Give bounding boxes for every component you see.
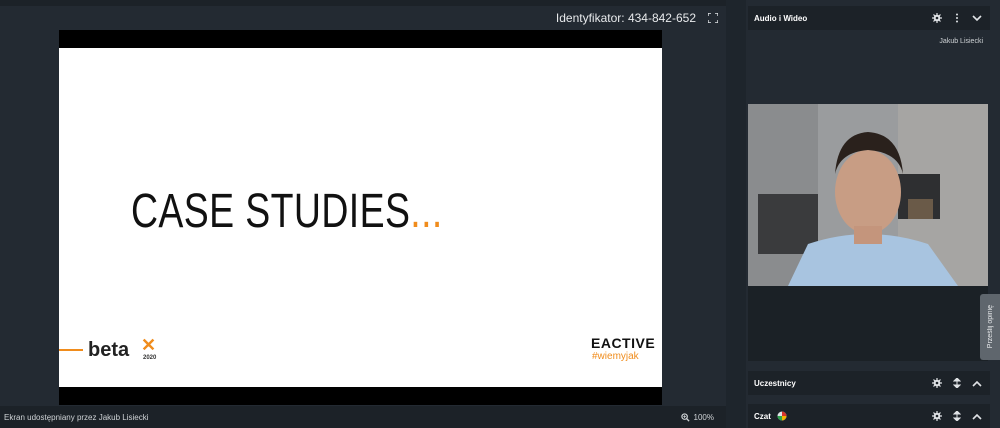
shared-by-label: Ekran udostępniany przez Jakub Lisiecki (4, 412, 149, 422)
beta-logo-text: beta (88, 339, 130, 361)
participants-title: Uczestnicy (754, 378, 796, 388)
participant-video[interactable] (748, 104, 988, 286)
chevron-up-icon[interactable] (970, 409, 984, 423)
participant-name: Jakub Lisiecki (939, 38, 983, 45)
slide-heading-dots: ... (410, 185, 443, 238)
beta-logo-mark: ✕ (141, 335, 157, 355)
beta-accent-line (59, 349, 83, 351)
eactive-hashtag: #wiemyjak (592, 351, 639, 362)
more-vertical-icon[interactable] (950, 11, 964, 25)
chevron-down-icon[interactable] (970, 11, 984, 25)
zoom-control[interactable]: 100% (680, 406, 714, 428)
chat-indicator-icon (777, 411, 787, 421)
audio-video-header: Audio i Wideo (748, 6, 990, 30)
gear-icon[interactable] (930, 376, 944, 390)
beta-logo-year: 2020 (143, 355, 157, 361)
resize-vertical-icon[interactable] (950, 409, 964, 423)
participants-header[interactable]: Uczestnicy (748, 371, 990, 395)
zoom-level: 100% (693, 412, 714, 422)
meeting-identifier: Identyfikator: 434-842-652 (555, 11, 696, 25)
feedback-tab[interactable]: Prześlij opinię (980, 294, 1000, 360)
chat-title: Czat (754, 411, 771, 421)
feedback-label: Prześlij opinię (986, 305, 994, 349)
chat-title-wrap: Czat (748, 411, 787, 421)
video-frame-illustration (748, 104, 988, 286)
audio-video-title: Audio i Wideo (754, 13, 808, 23)
panel-divider[interactable] (726, 0, 746, 428)
slide-heading-text: CASE STUDIES (131, 185, 411, 238)
top-strip (0, 0, 726, 6)
gear-icon[interactable] (930, 409, 944, 423)
fullscreen-icon[interactable] (706, 11, 720, 25)
meeting-id-bar: Identyfikator: 434-842-652 (556, 8, 726, 28)
status-bar: Ekran udostępniany przez Jakub Lisiecki (0, 406, 726, 428)
video-empty-area (748, 286, 988, 361)
chat-header[interactable]: Czat (748, 404, 990, 428)
resize-vertical-icon[interactable] (950, 376, 964, 390)
slide-heading: CASE STUDIES... (131, 184, 443, 239)
eactive-logo: EACTIVE (591, 335, 656, 351)
gear-icon[interactable] (930, 11, 944, 25)
chevron-up-icon[interactable] (970, 376, 984, 390)
zoom-icon (680, 412, 690, 422)
